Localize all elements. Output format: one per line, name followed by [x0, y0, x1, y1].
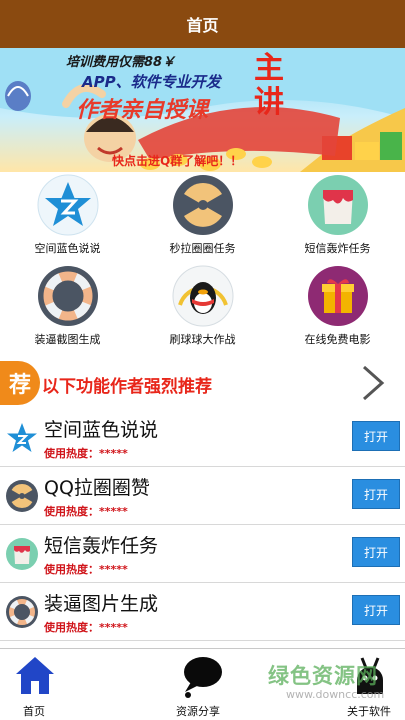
tab-resources[interactable]: 资源分享: [135, 649, 270, 720]
list-item-hot: 使用热度：*****: [44, 621, 128, 634]
recommend-bar[interactable]: 荐 以下功能作者强烈推荐: [0, 357, 405, 409]
grid-item-label: 在线免费电影: [304, 333, 371, 346]
grid-item-movie[interactable]: 在线免费电影: [270, 263, 405, 354]
home-icon: [16, 657, 54, 694]
grid-item-ball[interactable]: 刷球球大作战: [135, 263, 270, 354]
banner-big: 主讲: [254, 51, 284, 120]
page-title: 首页: [186, 16, 219, 35]
app-header: 首页: [0, 0, 405, 48]
open-button[interactable]: 打开: [352, 421, 400, 451]
qzone-star-icon: [37, 174, 98, 236]
list-item-hot: 使用热度：*****: [44, 563, 128, 576]
grid-item-label: 装逼截图生成: [34, 333, 101, 346]
qq-penguin-icon: [172, 265, 233, 327]
gift-box-icon: [307, 266, 368, 326]
grid-item-label: 刷球球大作战: [169, 333, 236, 346]
recommend-text: 以下功能作者强烈推荐: [42, 377, 212, 397]
recommend-badge: 荐: [0, 361, 40, 405]
site-watermark: 绿色资源网 www.downcc.com: [268, 660, 386, 704]
watermark-cn: 绿色资源网: [268, 664, 378, 688]
lifebuoy-icon: [37, 266, 98, 326]
tab-label: 首页: [23, 705, 45, 718]
tab-label: 资源分享: [176, 705, 220, 718]
list-item: 空间蓝色说说 使用热度：***** 打开: [0, 409, 405, 467]
feature-grid: 空间蓝色说说 秒拉圈圈任务 短信轰炸任务 装逼截图生成 刷球球大作战 在线免费电…: [0, 172, 405, 354]
paint-bucket-icon: [307, 175, 368, 235]
grid-item-label: 短信轰炸任务: [304, 242, 371, 255]
open-button[interactable]: 打开: [352, 537, 400, 567]
banner-line3: 作者亲自授课: [76, 98, 209, 123]
grid-item-label: 空间蓝色说说: [34, 242, 101, 255]
list-item: 短信轰炸任务 使用热度：***** 打开: [0, 525, 405, 583]
list-item-title: 装逼图片生成: [44, 593, 159, 615]
list-item-title: QQ拉圈圈赞: [44, 477, 150, 499]
qzone-star-icon: [7, 423, 37, 452]
banner-bottom: 快点击进Q群了解吧！！: [112, 154, 243, 168]
grid-item-qzone[interactable]: 空间蓝色说说: [0, 172, 135, 263]
tab-home[interactable]: 首页: [0, 649, 135, 720]
banner-line2: APP、软件专业开发: [82, 73, 221, 91]
watermark-en: www.downcc.com: [286, 688, 385, 701]
grid-item-label: 秒拉圈圈任务: [169, 242, 236, 255]
list-item: 装逼图片生成 使用热度：***** 打开: [0, 583, 405, 641]
list-item-title: 短信轰炸任务: [44, 535, 159, 557]
chevron-right-icon[interactable]: [358, 363, 388, 403]
paint-bucket-icon: [6, 538, 38, 570]
open-button[interactable]: 打开: [352, 479, 400, 509]
list-item-title: 空间蓝色说说: [44, 419, 159, 441]
banner-line1: 培训费用仅需88￥: [66, 55, 176, 70]
tab-label: 关于软件: [347, 705, 391, 718]
list-item-hot: 使用热度：*****: [44, 505, 128, 518]
speech-bubble-icon: [184, 657, 222, 698]
radiation-icon: [6, 480, 38, 512]
grid-item-screenshot[interactable]: 装逼截图生成: [0, 263, 135, 354]
grid-item-sms[interactable]: 短信轰炸任务: [270, 172, 405, 263]
promo-banner[interactable]: 培训费用仅需88￥ APP、软件专业开发 作者亲自授课 主讲 快点击进Q群了解吧…: [0, 48, 405, 172]
list-item-hot: 使用热度：*****: [44, 447, 128, 460]
radiation-icon: [172, 175, 233, 235]
open-button[interactable]: 打开: [352, 595, 400, 625]
lifebuoy-icon: [6, 596, 38, 628]
list-item: QQ拉圈圈赞 使用热度：***** 打开: [0, 467, 405, 525]
grid-item-circle[interactable]: 秒拉圈圈任务: [135, 172, 270, 263]
